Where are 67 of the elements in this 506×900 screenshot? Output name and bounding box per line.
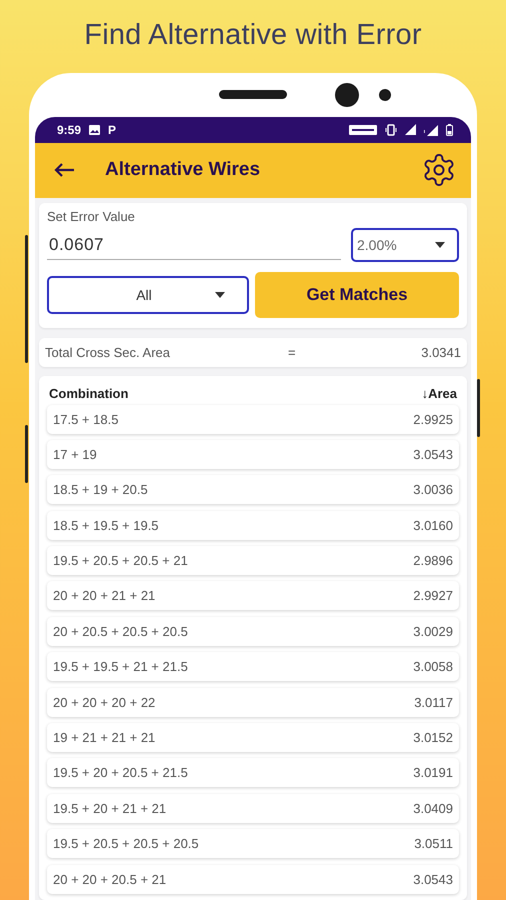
table-cell: 3.0160	[413, 518, 453, 533]
table-cell: 3.0409	[413, 800, 453, 816]
volte-icon	[349, 124, 377, 135]
result-row[interactable]: 18.5 + 19.5 + 19.5 3.0160	[47, 510, 459, 540]
table-cell: 17 + 19	[53, 446, 97, 462]
phone-camera	[335, 82, 359, 107]
total-value: 3.0341	[420, 344, 461, 360]
result-row[interactable]: 17 + 19 3.0543	[47, 440, 459, 469]
table-cell: 3.0543	[413, 872, 453, 887]
field-label: Set Error Value	[47, 208, 136, 224]
table-cell: 3.0058	[413, 659, 453, 674]
notification-glyph: P	[108, 122, 116, 137]
column-header[interactable]: ↓Area	[422, 386, 457, 401]
result-row[interactable]: 20 + 20 + 20 + 22 3.0117	[47, 688, 459, 717]
table-cell: 3.0543	[413, 446, 453, 462]
table-cell: 3.0152	[413, 730, 453, 746]
signal-icon	[405, 124, 416, 136]
table-cell: 19.5 + 20 + 20.5 + 21.5	[53, 765, 188, 780]
table-cell: 17.5 + 18.5	[53, 412, 118, 427]
error-value-field[interactable]: 0.0607	[47, 229, 341, 260]
result-row[interactable]: 20 + 20.5 + 20.5 + 20.5 3.0029	[47, 616, 459, 646]
image-notification-icon	[89, 124, 100, 135]
dropdown-caret-icon	[215, 292, 225, 298]
table-cell: 19.5 + 19.5 + 21 + 21.5	[53, 659, 188, 674]
app-title: Alternative Wires	[105, 159, 262, 182]
column-header[interactable]: Combination	[49, 386, 128, 401]
result-row[interactable]: 19.5 + 20.5 + 20.5 + 21 2.9896	[47, 546, 459, 576]
percent-dropdown[interactable]: 2.00%	[351, 228, 459, 262]
table-cell: 20 + 20 + 20 + 22	[53, 694, 156, 710]
table-cell: 2.9925	[413, 412, 453, 427]
result-row[interactable]: 20 + 20 + 21 + 21 2.9927	[47, 581, 459, 610]
dropdown-caret-icon	[435, 242, 445, 248]
equals-sign: =	[288, 344, 296, 360]
table-cell: 18.5 + 19.5 + 19.5	[53, 518, 159, 533]
result-row[interactable]: 17.5 + 18.5 2.9925	[47, 404, 459, 434]
table-cell: 3.0191	[413, 765, 453, 780]
table-cell: 19.5 + 20.5 + 20.5 + 20.5	[53, 836, 199, 852]
signal-icon	[424, 124, 438, 136]
status-time: 9:59	[57, 122, 82, 137]
result-row[interactable]: 19 + 21 + 21 + 21 3.0152	[47, 723, 459, 752]
result-row[interactable]: 20 + 20 + 20.5 + 21 3.0543	[47, 864, 459, 894]
result-row[interactable]: 19.5 + 20 + 20.5 + 21.5 3.0191	[47, 758, 459, 788]
vibrate-icon	[385, 124, 397, 136]
table-cell: 19.5 + 20 + 21 + 21	[53, 800, 166, 816]
headline: Find Alternative with Error	[84, 18, 422, 53]
table-cell: 20 + 20 + 21 + 21	[53, 588, 156, 604]
phone-sensor	[379, 88, 391, 101]
table-cell: 19.5 + 20.5 + 20.5 + 21	[53, 553, 188, 568]
table-cell: 19 + 21 + 21 + 21	[53, 730, 156, 746]
filter-dropdown[interactable]: All	[47, 276, 249, 314]
table-cell: 3.0036	[413, 482, 453, 498]
phone-speaker	[219, 90, 287, 99]
table-cell: 20 + 20 + 20.5 + 21	[53, 872, 166, 887]
table-cell: 3.0511	[414, 836, 453, 852]
table-cell: 20 + 20.5 + 20.5 + 20.5	[53, 624, 188, 639]
table-cell: 3.0029	[413, 624, 453, 639]
result-row[interactable]: 19.5 + 19.5 + 21 + 21.5 3.0058	[47, 652, 459, 682]
result-row[interactable]: 18.5 + 19 + 20.5 3.0036	[47, 475, 459, 504]
table-cell: 3.0117	[414, 694, 453, 710]
table-cell: 2.9927	[413, 588, 453, 604]
table-cell: 18.5 + 19 + 20.5	[53, 482, 148, 498]
result-row[interactable]: 19.5 + 20 + 21 + 21 3.0409	[47, 794, 459, 823]
get-matches-button[interactable]: Get Matches	[255, 272, 459, 318]
result-row[interactable]: 19.5 + 20.5 + 20.5 + 20.5 3.0511	[47, 829, 459, 858]
table-cell: 2.9896	[413, 553, 453, 568]
battery-icon	[446, 124, 453, 136]
total-label: Total Cross Sec. Area	[45, 344, 171, 360]
